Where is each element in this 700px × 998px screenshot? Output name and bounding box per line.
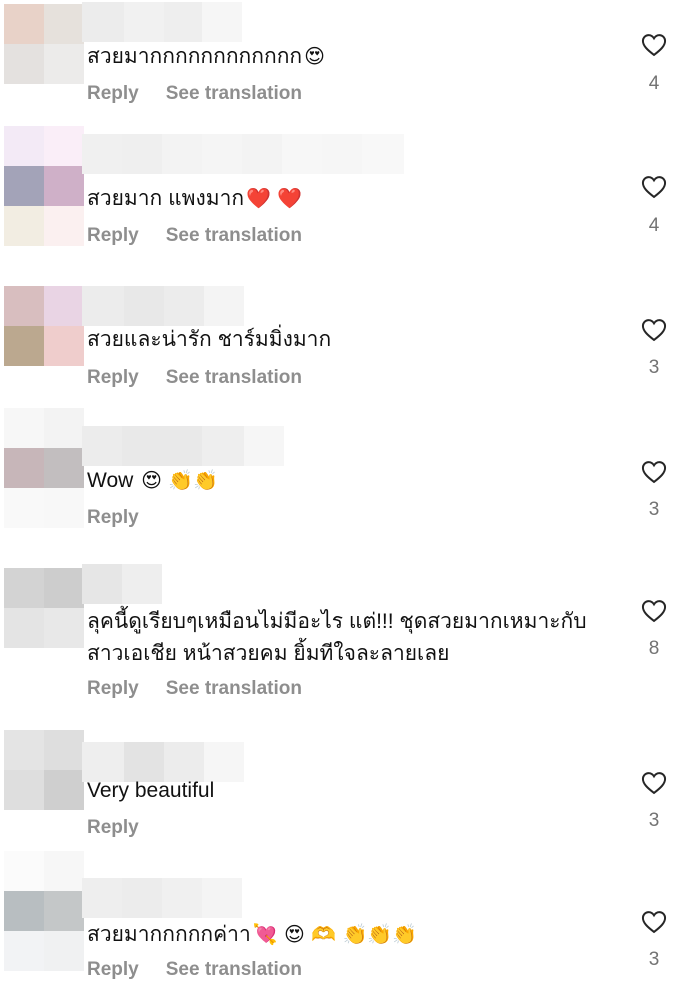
heart-icon[interactable] bbox=[640, 31, 668, 59]
username-blurred[interactable] bbox=[82, 2, 242, 42]
see-translation-button[interactable]: See translation bbox=[166, 225, 302, 247]
username-blurred[interactable] bbox=[82, 134, 404, 174]
avatar[interactable] bbox=[4, 126, 84, 246]
comment-text-line-2: สาวเอเชีย หน้าสวยคม ยิ้มทีใจละลายเลย bbox=[87, 642, 450, 665]
comment-text: สวยมากกกกกค่าา 💘 😍 🫶 👏👏👏 bbox=[87, 922, 418, 946]
avatar[interactable] bbox=[4, 408, 84, 528]
heart-icon[interactable] bbox=[640, 458, 668, 486]
see-translation-button[interactable]: See translation bbox=[166, 678, 302, 700]
avatar[interactable] bbox=[4, 4, 84, 84]
reply-button[interactable]: Reply bbox=[87, 367, 139, 389]
like-count: 8 bbox=[648, 638, 660, 659]
comment-text: Wow 😍 👏👏 bbox=[87, 468, 219, 492]
comment-text: สวยมากกกกกกกกกกกก 😍 bbox=[87, 44, 325, 68]
see-translation-button[interactable]: See translation bbox=[166, 83, 302, 105]
heart-icon[interactable] bbox=[640, 597, 668, 625]
avatar[interactable] bbox=[4, 730, 84, 810]
like-count: 4 bbox=[648, 215, 660, 236]
reply-button[interactable]: Reply bbox=[87, 507, 139, 529]
heart-icon[interactable] bbox=[640, 173, 668, 201]
comment-text: สวยและน่ารัก ชาร์มมิ่งมาก bbox=[87, 328, 332, 351]
heart-icon[interactable] bbox=[640, 769, 668, 797]
like-count: 3 bbox=[648, 357, 660, 378]
comment-text: สวยมาก แพงมาก ❤️ ❤️ bbox=[87, 186, 303, 210]
comment-text: ลุคนี้ดูเรียบๆเหมือนไม่มีอะไร แต่!!! ชุด… bbox=[87, 610, 587, 633]
avatar[interactable] bbox=[4, 851, 84, 971]
comment-text: Very beautiful bbox=[87, 779, 215, 802]
like-count: 3 bbox=[648, 810, 660, 831]
like-count: 3 bbox=[648, 949, 660, 970]
like-count: 3 bbox=[648, 499, 660, 520]
avatar[interactable] bbox=[4, 286, 84, 366]
avatar[interactable] bbox=[4, 568, 84, 648]
username-blurred[interactable] bbox=[82, 426, 284, 466]
reply-button[interactable]: Reply bbox=[87, 817, 139, 839]
reply-button[interactable]: Reply bbox=[87, 678, 139, 700]
see-translation-button[interactable]: See translation bbox=[166, 367, 302, 389]
reply-button[interactable]: Reply bbox=[87, 225, 139, 247]
heart-icon[interactable] bbox=[640, 316, 668, 344]
reply-button[interactable]: Reply bbox=[87, 83, 139, 105]
see-translation-button[interactable]: See translation bbox=[166, 959, 302, 981]
like-count: 4 bbox=[648, 73, 660, 94]
username-blurred[interactable] bbox=[82, 564, 162, 604]
username-blurred[interactable] bbox=[82, 286, 244, 326]
heart-icon[interactable] bbox=[640, 908, 668, 936]
username-blurred[interactable] bbox=[82, 878, 242, 918]
reply-button[interactable]: Reply bbox=[87, 959, 139, 981]
